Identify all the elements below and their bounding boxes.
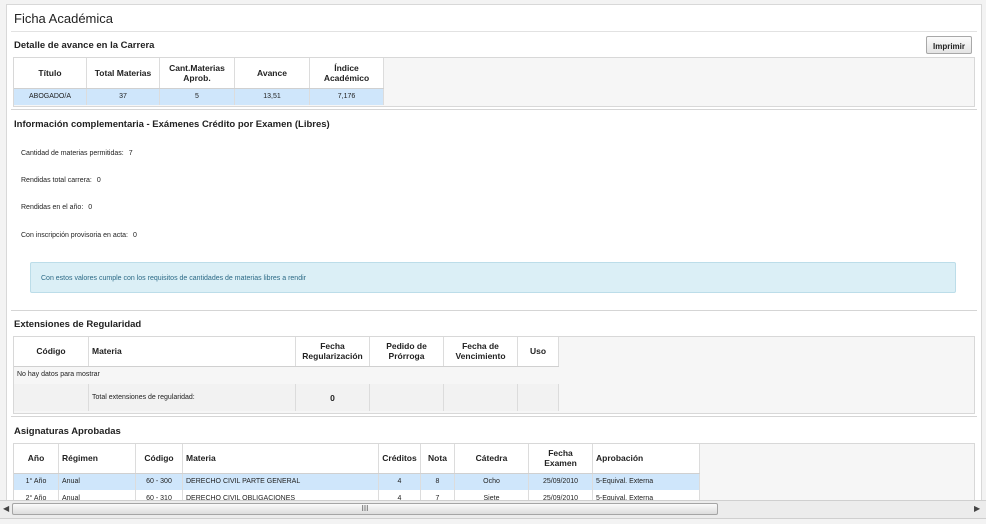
col-indice[interactable]: Índice Académico: [309, 58, 384, 89]
info-label: Rendidas en el año:: [21, 204, 84, 211]
col-aprobacion[interactable]: Aprobación: [592, 444, 700, 474]
col-fecha-vencimiento[interactable]: Fecha de Vencimiento: [443, 337, 518, 367]
total-label: Total extensiones de regularidad:: [88, 384, 296, 411]
col-uso[interactable]: Uso: [517, 337, 559, 367]
cell-codigo: 60 - 300: [135, 473, 183, 490]
scroll-left-icon[interactable]: ◀: [3, 504, 9, 513]
col-nota[interactable]: Nota: [420, 444, 455, 474]
total-empty-cell: [443, 384, 518, 411]
page-title: Ficha Académica: [14, 11, 113, 26]
career-section-title: Detalle de avance en la Carrera: [14, 40, 155, 51]
table-row[interactable]: 1° Año Anual 60 - 300 DERECHO CIVIL PART…: [14, 473, 700, 490]
col-avance[interactable]: Avance: [234, 58, 310, 89]
info-materias-permitidas: Cantidad de materias permitidas: 7: [21, 150, 133, 157]
section-divider: [11, 109, 977, 110]
info-value: 0: [96, 177, 101, 184]
col-catedra[interactable]: Cátedra: [454, 444, 529, 474]
col-regimen[interactable]: Régimen: [58, 444, 136, 474]
scroll-right-icon[interactable]: ▶: [974, 504, 980, 513]
exams-section-title: Información complementaria - Exámenes Cr…: [14, 119, 330, 130]
section-divider: [11, 310, 977, 311]
col-pedido-prorroga[interactable]: Pedido de Prórroga: [369, 337, 444, 367]
info-rendidas-carrera: Rendidas total carrera: 0: [21, 177, 101, 184]
cell-aprobacion: 5-Equival. Externa: [592, 473, 700, 490]
col-codigo[interactable]: Código: [135, 444, 183, 474]
info-value: 7: [128, 150, 133, 157]
col-cant-aprobadas[interactable]: Cant.Materias Aprob.: [159, 58, 235, 89]
cell-creditos: 4: [378, 473, 421, 490]
info-label: Rendidas total carrera:: [21, 177, 92, 184]
info-value: 0: [88, 204, 93, 211]
total-empty-cell: [369, 384, 444, 411]
col-total-materias[interactable]: Total Materias: [86, 58, 160, 89]
info-value: 0: [133, 232, 137, 239]
cell-fecha: 25/09/2010: [528, 473, 593, 490]
cell-aprobadas: 5: [159, 88, 235, 105]
career-table: Título Total Materias Cant.Materias Apro…: [14, 58, 384, 105]
cell-nota: 8: [420, 473, 455, 490]
col-fecha-examen[interactable]: Fecha Examen: [528, 444, 593, 474]
info-rendidas-anio: Rendidas en el año: 0: [21, 204, 92, 211]
info-label: Cantidad de materias permitidas:: [21, 150, 124, 157]
section-divider: [11, 416, 977, 417]
col-materia[interactable]: Materia: [88, 337, 296, 367]
total-spacer: [14, 384, 89, 411]
cell-anio: 1° Año: [14, 473, 59, 490]
horizontal-scrollbar[interactable]: ◀ III ▶: [0, 500, 986, 519]
total-empty-cell: [517, 384, 559, 411]
title-divider: [11, 31, 977, 32]
academic-record-panel: Ficha Académica Detalle de avance en la …: [6, 4, 982, 502]
requirements-notice: Con estos valores cumple con los requisi…: [30, 262, 956, 293]
table-row[interactable]: ABOGADO/A 37 5 13,51 7,176: [14, 88, 384, 105]
col-creditos[interactable]: Créditos: [378, 444, 421, 474]
cell-regimen: Anual: [58, 473, 136, 490]
cell-total: 37: [86, 88, 160, 105]
approved-section-title: Asignaturas Aprobadas: [14, 426, 121, 437]
cell-catedra: Ocho: [454, 473, 529, 490]
extensions-section-title: Extensiones de Regularidad: [14, 319, 142, 330]
empty-message: No hay datos para mostrar: [17, 371, 100, 379]
print-button[interactable]: Imprimir: [926, 36, 972, 54]
cell-avance: 13,51: [234, 88, 310, 105]
extensions-table: Código Materia Fecha Regularización Pedi…: [14, 337, 559, 411]
col-codigo[interactable]: Código: [14, 337, 89, 367]
scrollbar-thumb[interactable]: III: [12, 503, 718, 515]
col-titulo[interactable]: Título: [14, 58, 87, 89]
col-anio[interactable]: Año: [14, 444, 59, 474]
col-fecha-regularizacion[interactable]: Fecha Regularización: [295, 337, 370, 367]
cell-materia: DERECHO CIVIL PARTE GENERAL: [182, 473, 379, 490]
career-grid: Título Total Materias Cant.Materias Apro…: [13, 57, 975, 107]
info-inscripcion-provisoria: Con inscripción provisoria en acta: 0: [21, 232, 137, 239]
info-label: Con inscripción provisoria en acta:: [21, 232, 128, 239]
col-materia[interactable]: Materia: [182, 444, 379, 474]
approved-grid: Año Régimen Código Materia Créditos Nota…: [13, 443, 975, 501]
grip-icon: III: [361, 504, 369, 513]
cell-titulo: ABOGADO/A: [14, 88, 87, 105]
extensions-grid: Código Materia Fecha Regularización Pedi…: [13, 336, 975, 414]
total-value: 0: [295, 384, 370, 411]
cell-indice: 7,176: [309, 88, 384, 105]
approved-table: Año Régimen Código Materia Créditos Nota…: [14, 444, 700, 501]
